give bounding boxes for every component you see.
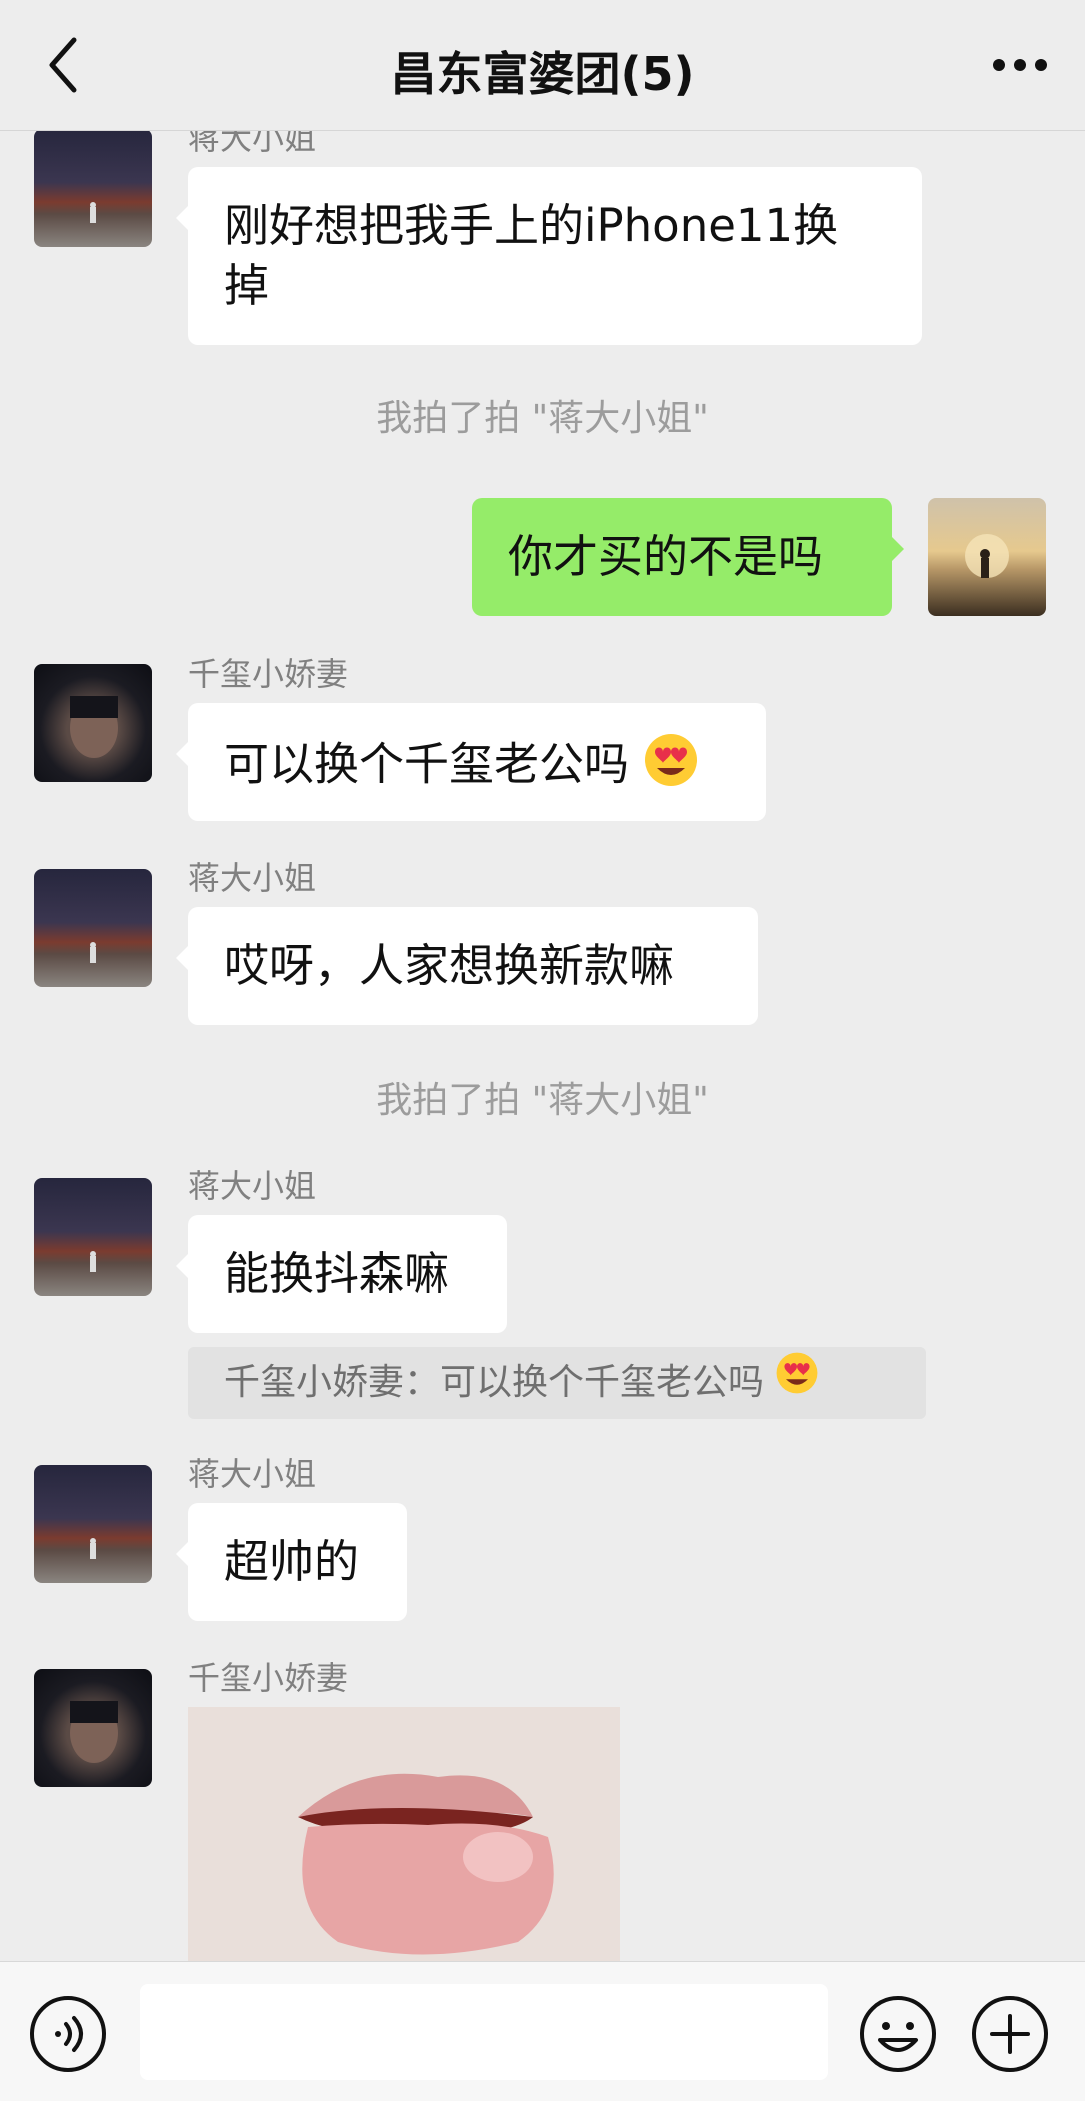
message-text: 你才买的不是吗 xyxy=(508,530,824,583)
avatar[interactable] xyxy=(34,131,152,247)
emoji-icon[interactable] xyxy=(858,1994,938,2074)
quote-text: 千玺小娇妻：可以换个千玺老公吗 xyxy=(224,1362,765,1403)
message-text: 超帅的 xyxy=(224,1535,360,1588)
heart-eyes-emoji-icon xyxy=(643,732,699,803)
heart-eyes-emoji-icon xyxy=(775,1348,819,1420)
input-bar xyxy=(0,1961,1085,2101)
sender-name: 蒋大小姐 xyxy=(188,1167,317,1205)
message-bubble[interactable]: 刚好想把我手上的iPhone11换 掉 xyxy=(176,167,922,345)
pat-notice: 我拍了拍 "蒋大小姐" xyxy=(376,1080,709,1121)
avatar[interactable] xyxy=(34,1465,152,1583)
pat-notice: 我拍了拍 "蒋大小姐" xyxy=(376,398,709,439)
voice-icon[interactable] xyxy=(28,1994,108,2074)
message-bubble[interactable]: 你才买的不是吗 xyxy=(472,498,904,616)
message-input[interactable] xyxy=(140,1984,828,2080)
message-bubble[interactable]: 超帅的 xyxy=(176,1503,407,1621)
image-message[interactable] xyxy=(188,1707,620,1961)
my-avatar[interactable] xyxy=(928,498,1046,616)
avatar[interactable] xyxy=(34,1669,152,1787)
avatar[interactable] xyxy=(34,664,152,782)
plus-icon[interactable] xyxy=(970,1994,1050,2074)
more-icon[interactable] xyxy=(985,40,1055,90)
quoted-message[interactable]: 千玺小娇妻：可以换个千玺老公吗 xyxy=(188,1347,926,1419)
sender-name: 蒋大小姐 xyxy=(188,859,317,897)
message-bubble[interactable]: 能换抖森嘛 xyxy=(176,1215,507,1333)
message-text: 刚好想把我手上的iPhone11换 xyxy=(224,199,839,252)
message-text: 哎呀，人家想换新款嘛 xyxy=(224,939,675,992)
message-text: 可以换个千玺老公吗 xyxy=(224,737,630,791)
message-text: 能换抖森嘛 xyxy=(224,1247,450,1300)
chat-header: 昌东富婆团(5) xyxy=(0,0,1085,131)
sender-name: 千玺小娇妻 xyxy=(188,1659,349,1697)
message-text: 掉 xyxy=(224,259,270,312)
message-bubble[interactable]: 可以换个千玺老公吗 xyxy=(176,703,766,821)
sender-name: 蒋大小姐 xyxy=(188,1455,317,1493)
sender-name: 蒋大小姐 xyxy=(188,131,317,157)
chat-title: 昌东富婆团(5) xyxy=(390,47,695,101)
message-list[interactable]: 蒋大小姐 刚好想把我手上的iPhone11换 掉 我拍了拍 "蒋大小姐" 你才买… xyxy=(0,131,1085,1961)
avatar[interactable] xyxy=(34,1178,152,1296)
message-bubble[interactable]: 哎呀，人家想换新款嘛 xyxy=(176,907,758,1025)
avatar[interactable] xyxy=(34,869,152,987)
sender-name: 千玺小娇妻 xyxy=(188,655,349,693)
